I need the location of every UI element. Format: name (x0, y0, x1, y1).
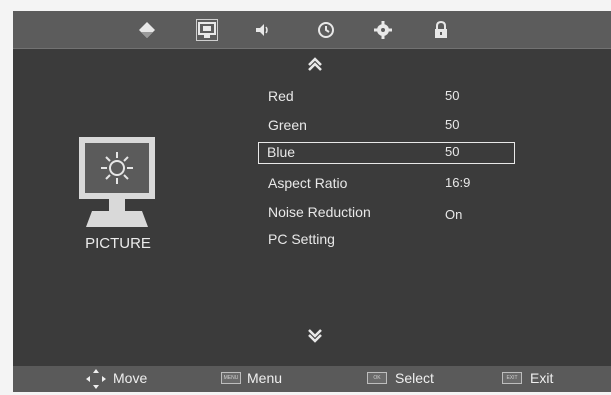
menu-value: 16:9 (445, 175, 471, 190)
scroll-down-icon[interactable] (307, 329, 323, 343)
menu-key-icon: MENU (221, 372, 241, 384)
osd-panel: PICTURE Red 50 Green 50 Blue 50 Aspect R… (13, 11, 611, 392)
menu-row-blue-selected[interactable]: Blue 50 (258, 142, 515, 164)
menu-label: Red (268, 88, 294, 104)
menu-value: On (445, 207, 463, 222)
menu-label: PC Setting (268, 231, 335, 247)
top-menu-bar (13, 11, 611, 48)
bottom-help-bar: Move MENU Menu OK Select EXIT Exit (13, 366, 611, 392)
tv-source-icon[interactable] (137, 20, 157, 40)
top-divider (13, 48, 611, 49)
exit-label: Exit (530, 370, 554, 386)
ok-key-icon: OK (367, 372, 387, 384)
menu-row-noise-reduction[interactable]: Noise Reduction On (258, 202, 515, 224)
sound-icon[interactable] (253, 20, 273, 40)
menu-label: Green (268, 117, 307, 133)
monitor-brightness-icon (78, 136, 156, 228)
menu-label: Noise Reduction (268, 204, 371, 220)
category-label: PICTURE (85, 235, 151, 252)
menu-row-pc-setting[interactable]: PC Setting (258, 229, 515, 251)
picture-icon[interactable] (196, 19, 218, 41)
dpad-icon (85, 368, 107, 395)
setup-icon[interactable] (373, 20, 393, 40)
menu-label: Menu (247, 370, 283, 386)
menu-row-red[interactable]: Red 50 (258, 86, 515, 108)
menu-value: 50 (445, 144, 460, 159)
move-label: Move (113, 370, 148, 386)
select-label: Select (395, 370, 434, 386)
scroll-up-icon[interactable] (307, 57, 323, 71)
menu-row-aspect-ratio[interactable]: Aspect Ratio 16:9 (258, 173, 515, 195)
menu-label: Aspect Ratio (268, 175, 348, 191)
time-icon[interactable] (316, 20, 336, 40)
lock-icon[interactable] (431, 20, 451, 40)
exit-key-icon: EXIT (502, 372, 522, 384)
menu-value: 50 (445, 117, 460, 132)
menu-row-green[interactable]: Green 50 (258, 115, 515, 137)
menu-value: 50 (445, 88, 460, 103)
menu-label: Blue (267, 144, 296, 160)
